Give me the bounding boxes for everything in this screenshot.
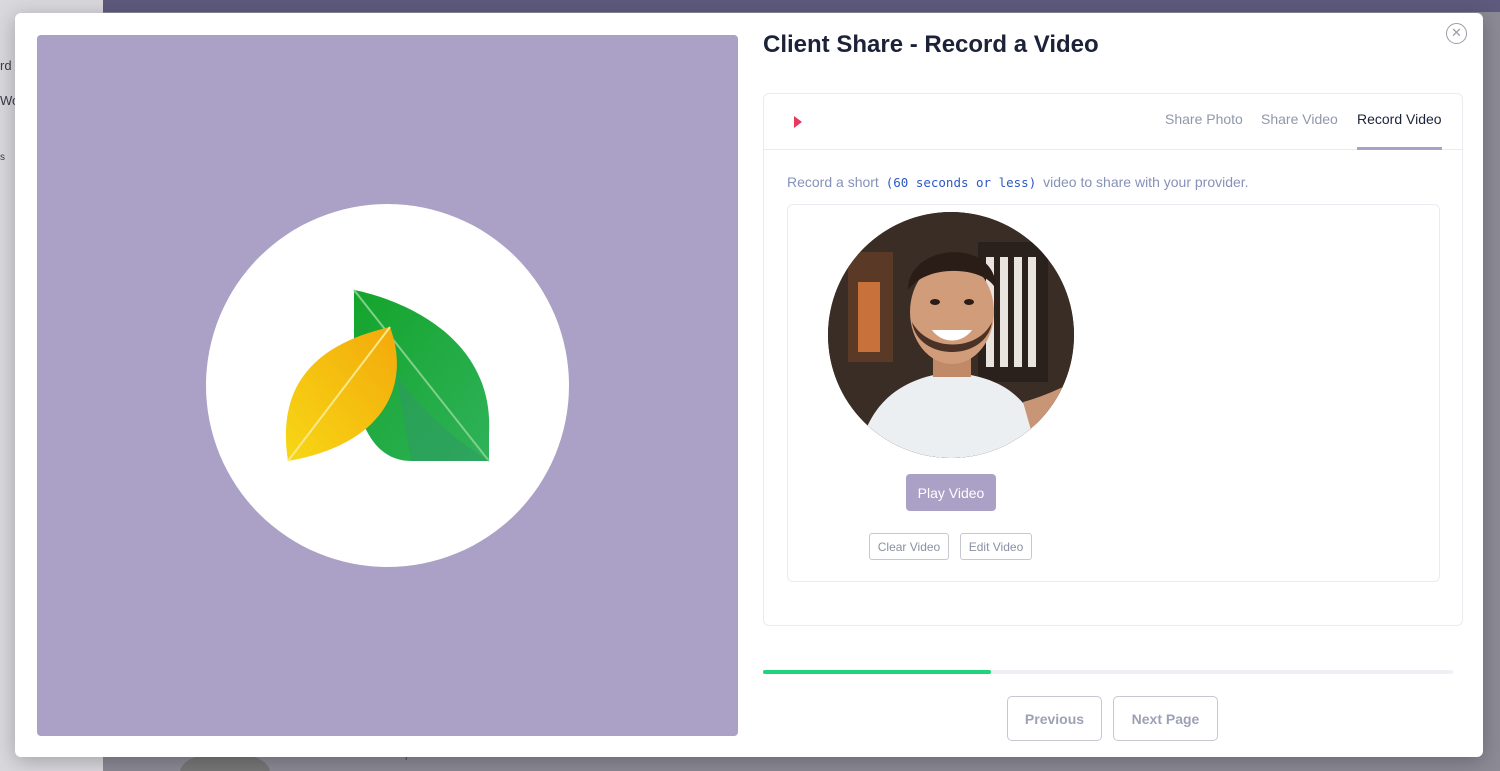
instruction-duration: (60 seconds or less) xyxy=(885,175,1037,190)
record-video-modal: Client Share - Record a Video ✕ Share Ph… xyxy=(15,13,1483,757)
progress-bar xyxy=(763,670,1453,674)
instruction-suffix: video to share with your provider. xyxy=(1043,174,1249,190)
background-topbar xyxy=(103,0,1500,12)
tab-share-video[interactable]: Share Video xyxy=(1261,111,1338,147)
next-page-button[interactable]: Next Page xyxy=(1113,696,1218,741)
record-video-card: Share Photo Share Video Record Video Rec… xyxy=(763,93,1463,626)
instruction-text: Record a short (60 seconds or less) vide… xyxy=(787,174,1249,190)
tab-record-video[interactable]: Record Video xyxy=(1357,111,1442,150)
play-indicator-icon xyxy=(794,116,802,128)
edit-video-button[interactable]: Edit Video xyxy=(960,533,1032,560)
leaf-logo-icon xyxy=(285,289,490,462)
tab-share-photo[interactable]: Share Photo xyxy=(1165,111,1243,147)
hero-panel xyxy=(37,35,738,736)
instruction-prefix: Record a short xyxy=(787,174,879,190)
logo-circle xyxy=(206,204,569,567)
clear-video-button[interactable]: Clear Video xyxy=(869,533,949,560)
person-video-frame-icon xyxy=(828,212,1074,458)
tab-bar: Share Photo Share Video Record Video xyxy=(764,94,1462,150)
close-icon[interactable]: ✕ xyxy=(1446,23,1467,44)
video-preview-box: Play Video Clear Video Edit Video xyxy=(787,204,1440,582)
progress-bar-fill xyxy=(763,670,991,674)
background-sidebar-text: rd xyxy=(0,58,12,73)
previous-button[interactable]: Previous xyxy=(1007,696,1102,741)
play-video-button[interactable]: Play Video xyxy=(906,474,996,511)
background-sidebar-text: s xyxy=(0,152,5,163)
modal-title: Client Share - Record a Video xyxy=(763,31,1099,58)
video-thumbnail[interactable] xyxy=(828,212,1074,458)
